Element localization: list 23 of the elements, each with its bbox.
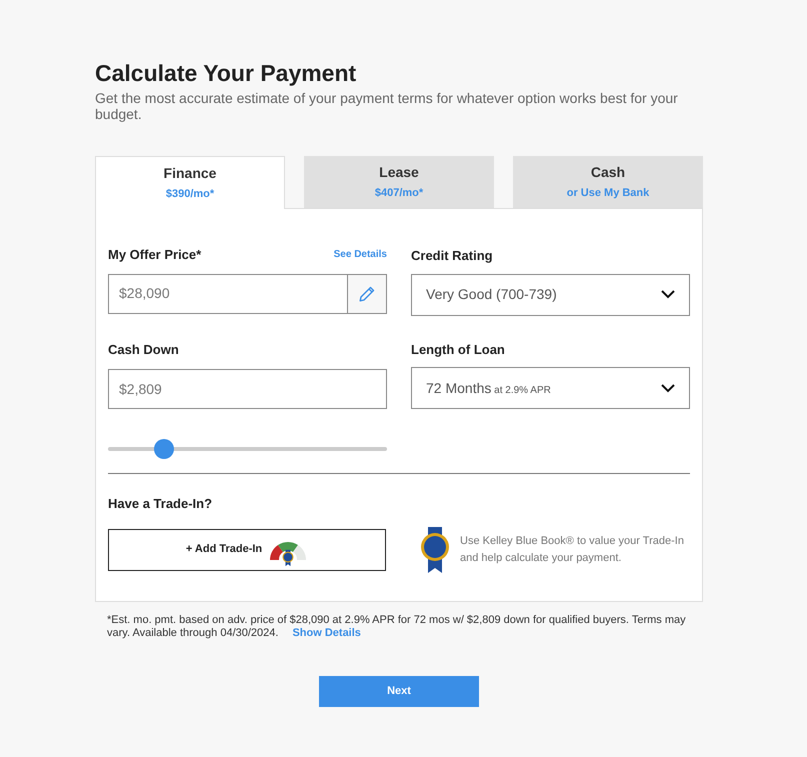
field-label: My Offer Price* xyxy=(108,246,202,264)
trade-in-info: Use Kelley Blue Book® to value your Trade-In and help calculate your payment. xyxy=(460,534,685,566)
field-label: Cash Down xyxy=(108,340,180,359)
cash-down-field[interactable]: $2,809 xyxy=(108,369,387,410)
ribbon-badge-icon xyxy=(418,526,452,573)
chevron-down-icon xyxy=(661,384,675,393)
payment-tab[interactable]: Cash or Use My Bank xyxy=(513,156,703,208)
chevron-down-icon xyxy=(661,290,675,300)
slider-thumb[interactable] xyxy=(154,439,174,460)
page-subtitle: Get the most accurate estimate of your payment terms for whatever option works best for your budget. xyxy=(95,90,679,122)
field-label: Length of Loan xyxy=(411,340,506,359)
credit-rating-dropdown[interactable]: Very Good (700-739) xyxy=(411,274,690,316)
section-heading: Have a Trade-In? xyxy=(108,495,214,514)
disclaimer-text: *Est. mo. pmt. based on adv. price of $28,090 at 2.9% APR for 72 mos w/ $2,809 down for qualified buyers. Terms may vary. Available through 04/30/2024. Show Details xyxy=(107,614,687,640)
add-trade-in-button[interactable]: + Add Trade-In xyxy=(108,528,386,571)
loan-length-dropdown[interactable]: 72 Months at 2.9% APR xyxy=(411,367,690,410)
field-label: Credit Rating xyxy=(411,246,493,265)
offer-price-field[interactable]: $28,090 xyxy=(108,274,348,314)
edit-button[interactable] xyxy=(348,274,387,314)
pencil-icon xyxy=(359,286,375,302)
payment-tab[interactable]: Finance $390/mo* xyxy=(95,156,285,209)
page-title: Calculate Your Payment xyxy=(95,60,358,88)
payment-tab[interactable]: Lease $407/mo* xyxy=(304,156,494,208)
